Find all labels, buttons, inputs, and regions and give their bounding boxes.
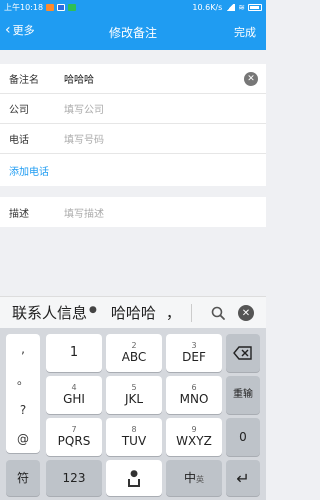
reenter-key[interactable]: 重输 [226,376,260,414]
description-input[interactable]: 填写描述 [64,205,104,220]
enter-icon: ↵ [236,468,250,488]
enter-key[interactable]: ↵ [226,460,260,496]
key-6-num: 6 [191,382,197,392]
company-label: 公司 [9,105,29,116]
keyboard: , 。 ? @ 1 2 ABC 3 DEF 4 GHI 5 JKL 6 MNO … [0,328,266,500]
clear-icon[interactable]: ✕ [244,72,258,86]
key-4-num: 4 [71,382,77,392]
reenter-label: 重输 [233,389,253,400]
wifi-icon: ≋ [238,2,245,12]
symbol-key[interactable]: @ [17,432,29,446]
company-row[interactable]: 公司 填写公司 [0,94,266,124]
key-8[interactable]: 8 TUV [106,418,162,456]
search-icon[interactable] [210,305,226,321]
phone-row[interactable]: 电话 填写号码 [0,124,266,154]
key-5-num: 5 [131,382,137,392]
phone-label: 电话 [9,135,29,146]
space-icon [128,478,140,487]
add-phone-link[interactable]: 添加电话 [0,154,266,186]
key-2-label: ABC [121,349,147,364]
notification-icon [46,3,55,11]
candidate-divider [190,303,192,322]
title-bar: ‹ 更多 修改备注 完成 [0,14,266,50]
key-8-label: TUV [121,433,147,448]
key-6[interactable]: 6 MNO [166,376,222,414]
close-icon[interactable]: ✕ [238,305,254,321]
key-3[interactable]: 3 DEF [166,334,222,372]
key-2-num: 2 [131,340,137,350]
language-en: 英 [196,474,204,484]
nickname-input[interactable]: 哈哈哈 [64,71,94,86]
key-1[interactable]: 1 [46,334,102,372]
key-3-num: 3 [191,340,197,350]
key-6-label: MNO [179,391,209,406]
key-7[interactable]: 7 PQRS [46,418,102,456]
page-title: 修改备注 [108,26,157,40]
description-label: 描述 [9,208,29,220]
status-bar: 上午10:18 10.6K/s ≋ [0,0,266,14]
candidate-2[interactable]: 哈哈哈 [111,302,156,323]
key-8-num: 8 [131,424,137,434]
language-switch-key[interactable]: 中英 [166,460,222,496]
symbol-key-button[interactable]: 符 [6,460,40,496]
key-9[interactable]: 9 WXYZ [166,418,222,456]
language-main-label: 中英 [184,471,204,485]
key-9-num: 9 [191,424,197,434]
key-9-label: WXYZ [176,433,212,448]
backspace-icon [233,346,252,360]
language-zh: 中 [183,470,196,485]
key-0[interactable]: 0 [226,418,260,456]
symbol-key[interactable]: ? [20,403,26,417]
description-row[interactable]: 描述 填写描述 [0,197,266,227]
status-time: 上午10:18 [4,2,44,12]
key-1-label: 1 [69,345,79,361]
symbol-key[interactable]: , [21,342,25,356]
number-mode-key[interactable]: 123 [46,460,102,496]
key-7-num: 7 [71,424,77,434]
symbol-key-label: 符 [16,470,29,485]
candidate-3[interactable]: ， [166,302,181,323]
key-2[interactable]: 2 ABC [106,334,162,372]
notification-icon [57,3,66,11]
key-4-label: GHI [63,391,85,406]
done-button[interactable]: 完成 [234,24,256,40]
candidate-contact-info[interactable]: 联系人信息 ● [0,302,97,323]
key-3-label: DEF [182,349,206,364]
nickname-label: 备注名 [9,75,39,86]
symbol-key[interactable]: 。 [17,371,29,388]
net-speed: 10.6K/s [192,2,223,12]
key-0-label: 0 [239,429,247,444]
number-mode-label: 123 [62,470,86,485]
backspace-key[interactable] [226,334,260,372]
key-7-label: PQRS [57,433,91,448]
notification-icon [68,3,77,11]
phone-input[interactable]: 填写号码 [64,131,104,146]
microphone-icon: ● [130,468,138,479]
signal-icon [225,3,236,11]
nickname-row[interactable]: 备注名 哈哈哈 ✕ [0,64,266,94]
key-5[interactable]: 5 JKL [106,376,162,414]
company-input[interactable]: 填写公司 [64,101,104,116]
battery-icon [248,3,262,11]
candidate-1-text: 联系人信息 [12,304,88,322]
key-5-label: JKL [124,391,144,406]
candidate-bar: 联系人信息 ● 哈哈哈 ， ✕ [0,296,266,328]
person-icon: ● [89,305,97,315]
key-4[interactable]: 4 GHI [46,376,102,414]
symbol-column[interactable]: , 。 ? @ [6,334,40,453]
space-key[interactable]: ● [106,460,162,496]
contact-form: 备注名 哈哈哈 ✕ 公司 填写公司 电话 填写号码 添加电话 [0,64,266,186]
